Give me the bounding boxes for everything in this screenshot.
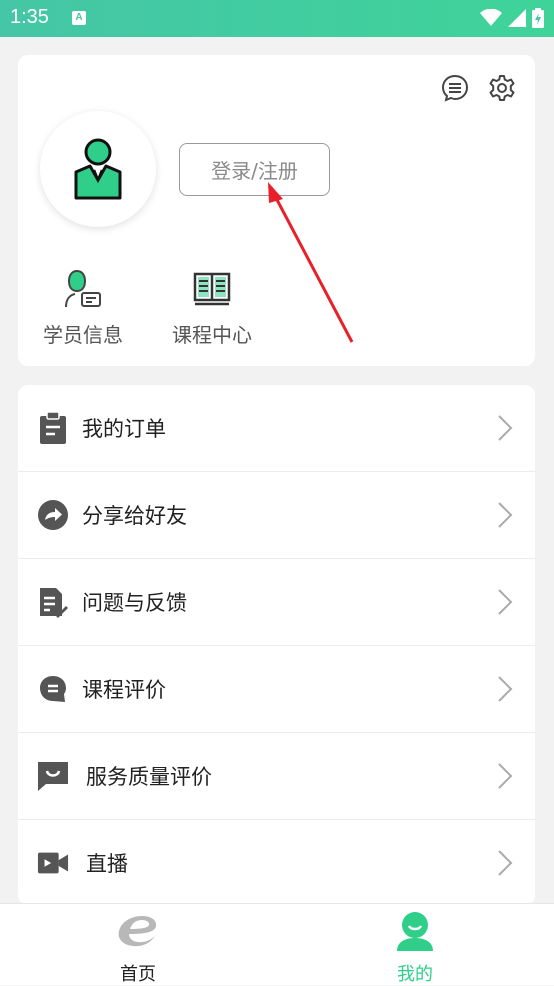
avatar[interactable] [40,111,156,227]
student-info-icon [65,269,101,308]
menu-item-service-quality-review[interactable]: 服务质量评价 [18,733,535,820]
menu-item-share[interactable]: 分享给好友 [18,472,535,559]
menu-item-label: 问题与反馈 [82,591,187,615]
tab-home[interactable]: 首页 [78,910,198,986]
chevron-right-icon [498,676,513,702]
signal-icon [508,9,526,27]
clipboard-icon [37,412,69,444]
message-icon [441,74,469,102]
notification-a-icon: A [72,11,86,25]
menu-list: 我的订单 分享给好友 问题与反馈 课程评价 服务质量评价 直播 [18,385,535,905]
quick-link-course-center[interactable]: 课程中心 [157,267,267,348]
battery-icon [532,8,544,28]
message-button[interactable] [439,72,471,104]
menu-item-label: 课程评价 [82,678,166,702]
menu-item-feedback[interactable]: 问题与反馈 [18,559,535,646]
settings-button[interactable] [486,72,518,104]
share-icon [37,499,69,531]
menu-item-my-orders[interactable]: 我的订单 [18,385,535,472]
menu-item-label: 服务质量评价 [86,765,212,789]
menu-item-course-review[interactable]: 课程评价 [18,646,535,733]
feedback-icon [37,586,69,618]
bottom-tab-bar: 首页 我的 [0,903,554,985]
menu-item-label: 分享给好友 [82,504,187,528]
login-register-button[interactable]: 登录/注册 [179,143,330,196]
status-time: 1:35 [10,6,49,28]
chevron-right-icon [498,763,513,789]
menu-item-label: 我的订单 [82,417,166,441]
video-icon [37,847,69,879]
quick-link-label: 课程中心 [172,323,252,347]
menu-item-label: 直播 [86,852,128,876]
book-icon [193,272,231,306]
profile-card: 登录/注册 学员信息 课程中心 [18,55,535,366]
tab-label: 我的 [397,964,433,985]
user-icon [397,912,433,951]
gear-icon [489,75,515,101]
status-bar: 1:35 A [0,0,554,37]
chevron-right-icon [498,850,513,876]
tab-label: 首页 [120,964,156,985]
quick-link-student-info[interactable]: 学员信息 [28,267,138,348]
user-avatar-icon [74,138,122,200]
menu-item-live[interactable]: 直播 [18,820,535,905]
chevron-right-icon [498,502,513,528]
smile-message-icon [37,760,69,792]
status-icons [480,8,544,28]
chevron-right-icon [498,589,513,615]
comment-icon [37,673,69,705]
tab-mine[interactable]: 我的 [355,910,475,986]
wifi-icon [480,9,502,26]
quick-link-label: 学员信息 [43,323,123,347]
chevron-right-icon [498,415,513,441]
home-e-icon [118,916,157,947]
